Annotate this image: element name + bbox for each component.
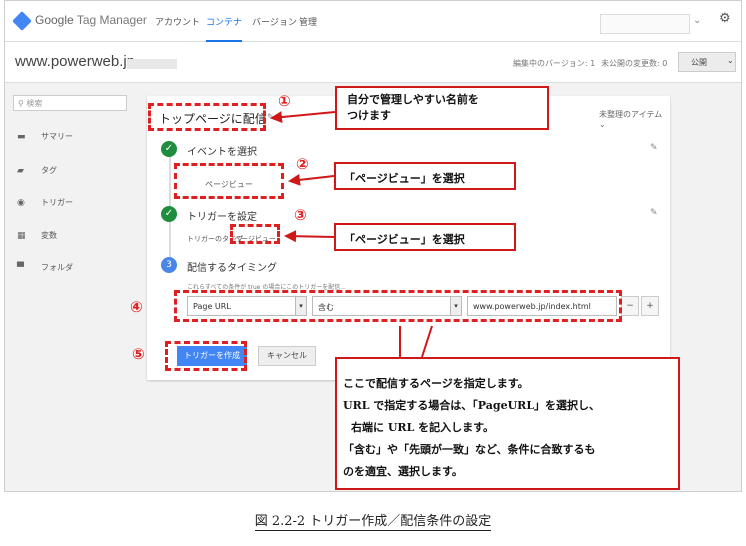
arrow-2 [288,173,335,186]
annotation-arrows [270,111,433,358]
arrow-4b [421,325,433,358]
caption-text: 図 2.2-2 トリガー作成／配信条件の設定 [254,514,492,531]
arrow-3 [284,230,335,243]
arrow-1 [270,111,336,124]
figure-caption: 図 2.2-2 トリガー作成／配信条件の設定 [0,510,746,531]
